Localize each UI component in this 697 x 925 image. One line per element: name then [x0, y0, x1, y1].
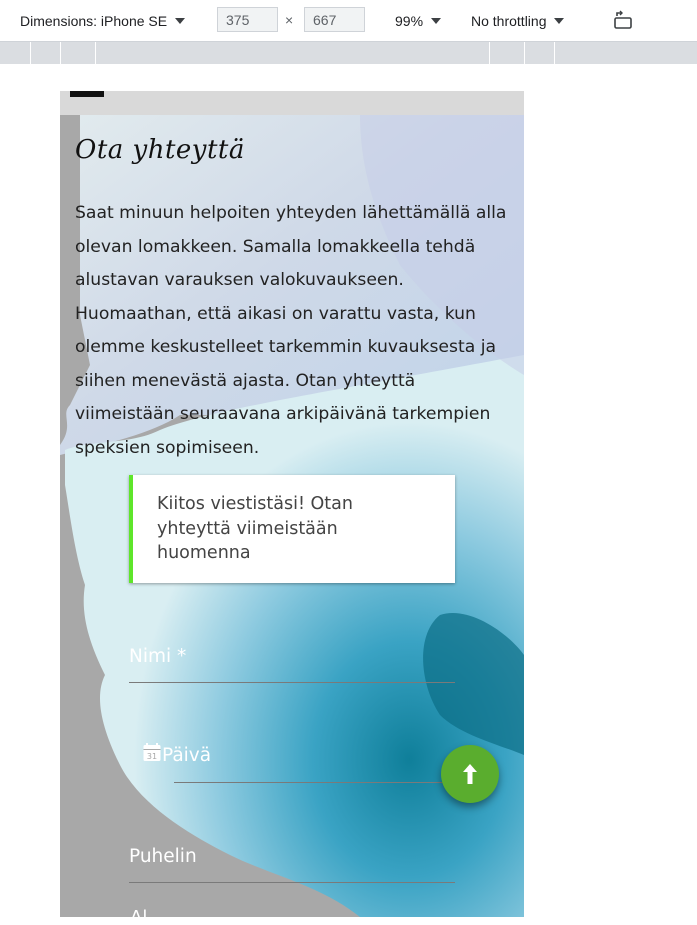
- phone-field-label: Puhelin: [129, 846, 197, 867]
- svg-text:31: 31: [147, 752, 157, 761]
- zoom-label: 99%: [395, 12, 424, 29]
- scroll-to-top-button[interactable]: [441, 745, 499, 803]
- chevron-down-icon: [554, 17, 565, 24]
- media-query-bar[interactable]: [0, 42, 697, 64]
- device-notch: [70, 91, 104, 97]
- chevron-down-icon: [175, 17, 186, 24]
- name-field-label: Nimi *: [129, 646, 187, 667]
- height-input[interactable]: 667: [304, 7, 365, 32]
- device-dimensions-select[interactable]: Dimensions: iPhone SE: [20, 0, 186, 41]
- dimension-separator: ×: [285, 12, 294, 28]
- phone-field[interactable]: [129, 882, 455, 883]
- success-notice-text: Kiitos viestistäsi! Otan yhteyttä viimei…: [157, 494, 353, 563]
- page-viewport: Ota yhteyttä Saat minuun helpoiten yhtey…: [60, 115, 524, 917]
- name-field[interactable]: [129, 682, 455, 683]
- rotate-icon[interactable]: [613, 10, 635, 30]
- success-notice: Kiitos viestistäsi! Otan yhteyttä viimei…: [129, 475, 455, 583]
- intro-paragraph: Saat minuun helpoiten yhteyden lähettämä…: [75, 203, 507, 458]
- chevron-down-icon: [431, 17, 442, 24]
- device-dimensions-label: Dimensions: iPhone SE: [20, 12, 168, 29]
- throttling-label: No throttling: [471, 12, 547, 29]
- next-field-label: Al: [130, 907, 147, 917]
- zoom-select[interactable]: 99%: [395, 0, 442, 41]
- width-input[interactable]: 375: [217, 7, 278, 32]
- device-status-bar: [60, 91, 524, 115]
- date-field[interactable]: [174, 782, 455, 783]
- date-field-label: Päivä: [162, 745, 212, 766]
- calendar-icon: 31: [143, 743, 161, 761]
- throttling-select[interactable]: No throttling: [471, 0, 565, 41]
- arrow-up-icon: [463, 764, 477, 784]
- devtools-device-toolbar: Dimensions: iPhone SE 375 × 667 99% No t…: [0, 0, 697, 42]
- page-title: Ota yhteyttä: [75, 135, 245, 165]
